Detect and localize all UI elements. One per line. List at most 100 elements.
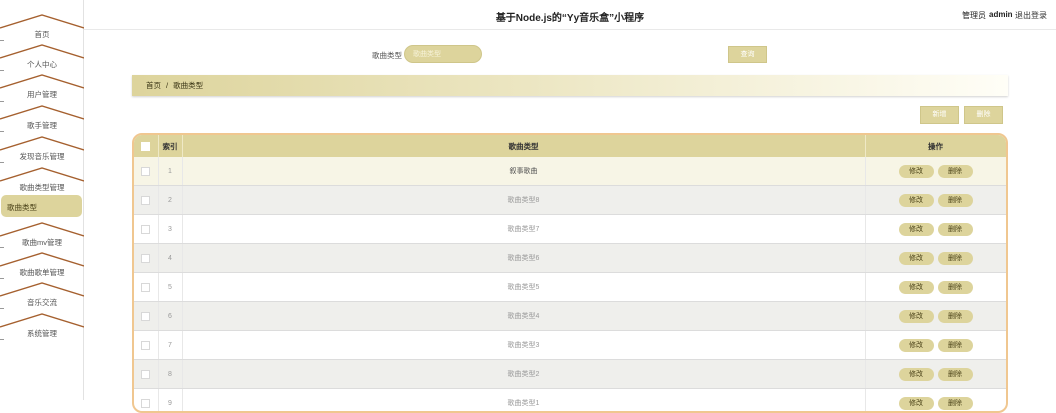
- breadcrumb-home[interactable]: 首页: [146, 81, 161, 90]
- row-song-type: 歌曲类型7: [182, 215, 865, 244]
- row-checkbox[interactable]: [141, 341, 150, 350]
- delete-button[interactable]: 删除: [938, 194, 973, 207]
- row-song-type: 歌曲类型1: [182, 389, 865, 413]
- breadcrumb-current: 歌曲类型: [173, 81, 203, 90]
- row-checkbox[interactable]: [141, 225, 150, 234]
- app-title: 基于Node.js的“Yy音乐盒”小程序: [84, 9, 1056, 24]
- sidebar-item-discover-music[interactable]: 发现音乐管理: [0, 136, 84, 166]
- row-actions: 修改删除: [865, 157, 1006, 186]
- breadcrumb: 首页 / 歌曲类型: [132, 75, 1008, 96]
- row-select-cell: [134, 360, 158, 389]
- breadcrumb-separator: /: [166, 81, 168, 90]
- edit-button[interactable]: 修改: [899, 310, 934, 323]
- row-song-type: 歌曲类型8: [182, 186, 865, 215]
- row-index: 6: [158, 302, 182, 331]
- table-row: 8 歌曲类型2 修改删除: [134, 360, 1006, 389]
- row-actions: 修改删除: [865, 389, 1006, 413]
- sidebar-item-label: 用户管理: [0, 89, 84, 100]
- row-actions: 修改删除: [865, 331, 1006, 360]
- edit-button[interactable]: 修改: [899, 223, 934, 236]
- edit-button[interactable]: 修改: [899, 397, 934, 410]
- row-select-cell: [134, 302, 158, 331]
- delete-button[interactable]: 删除: [938, 339, 973, 352]
- edit-button[interactable]: 修改: [899, 339, 934, 352]
- divider: [0, 308, 4, 309]
- table-row: 7 歌曲类型3 修改删除: [134, 331, 1006, 360]
- row-index: 3: [158, 215, 182, 244]
- row-checkbox[interactable]: [141, 370, 150, 379]
- row-song-type: 歌曲类型6: [182, 244, 865, 273]
- table-row: 6 歌曲类型4 修改删除: [134, 302, 1006, 331]
- row-index: 5: [158, 273, 182, 302]
- sidebar-item-singer-management[interactable]: 歌手管理: [0, 105, 84, 135]
- row-index: 1: [158, 157, 182, 186]
- row-actions: 修改删除: [865, 302, 1006, 331]
- song-type-table: 索引 歌曲类型 操作 1 叙事歌曲 修改删除 2 歌曲类型8 修改删除 3 歌曲…: [132, 133, 1008, 413]
- batch-delete-button[interactable]: 删除: [964, 106, 1003, 124]
- row-actions: 修改删除: [865, 244, 1006, 273]
- delete-button[interactable]: 删除: [938, 165, 973, 178]
- sidebar-item-label: 个人中心: [0, 59, 84, 70]
- row-checkbox[interactable]: [141, 283, 150, 292]
- select-all-checkbox[interactable]: [141, 142, 150, 151]
- row-select-cell: [134, 215, 158, 244]
- sidebar-item-system-management[interactable]: 系统管理: [0, 313, 84, 343]
- table-header-row: 索引 歌曲类型 操作: [134, 135, 1006, 157]
- edit-button[interactable]: 修改: [899, 194, 934, 207]
- sidebar-item-label: 音乐交流: [0, 297, 84, 308]
- edit-button[interactable]: 修改: [899, 165, 934, 178]
- table-row: 4 歌曲类型6 修改删除: [134, 244, 1006, 273]
- row-song-type: 歌曲类型4: [182, 302, 865, 331]
- column-header-song-type: 歌曲类型: [182, 135, 865, 157]
- delete-button[interactable]: 删除: [938, 397, 973, 410]
- sidebar-item-label: 歌曲歌单管理: [0, 267, 84, 278]
- sidebar-item-song-mv-management[interactable]: 歌曲mv管理: [0, 222, 84, 252]
- table-row: 3 歌曲类型7 修改删除: [134, 215, 1006, 244]
- row-index: 8: [158, 360, 182, 389]
- delete-button[interactable]: 删除: [938, 310, 973, 323]
- divider: [0, 70, 4, 71]
- row-checkbox[interactable]: [141, 254, 150, 263]
- user-name: admin: [989, 10, 1013, 19]
- logout-link[interactable]: 退出登录: [1015, 10, 1047, 21]
- delete-button[interactable]: 删除: [938, 281, 973, 294]
- row-checkbox[interactable]: [141, 167, 150, 176]
- row-checkbox[interactable]: [141, 196, 150, 205]
- sidebar-item-label: 发现音乐管理: [0, 151, 84, 162]
- sidebar-item-label: 歌曲类型管理: [0, 182, 84, 193]
- search-label: 歌曲类型: [372, 50, 402, 61]
- divider: [0, 131, 4, 132]
- row-actions: 修改删除: [865, 215, 1006, 244]
- divider: [0, 278, 4, 279]
- query-button[interactable]: 查询: [728, 46, 767, 63]
- song-type-search-input[interactable]: [404, 45, 482, 63]
- delete-button[interactable]: 删除: [938, 368, 973, 381]
- row-select-cell: [134, 273, 158, 302]
- divider: [0, 339, 4, 340]
- sidebar-item-user-management[interactable]: 用户管理: [0, 74, 84, 104]
- sidebar-item-label: 歌曲类型: [0, 202, 84, 213]
- user-role: 管理员: [962, 10, 986, 21]
- edit-button[interactable]: 修改: [899, 368, 934, 381]
- sidebar-item-playlist-management[interactable]: 歌曲歌单管理: [0, 252, 84, 282]
- sidebar-item-song-type[interactable]: 歌曲类型: [0, 194, 84, 224]
- sidebar-item-home[interactable]: 首页: [0, 14, 84, 44]
- edit-button[interactable]: 修改: [899, 281, 934, 294]
- row-select-cell: [134, 389, 158, 413]
- column-header-index: 索引: [158, 135, 182, 157]
- row-select-cell: [134, 186, 158, 215]
- row-index: 4: [158, 244, 182, 273]
- divider: [0, 162, 4, 163]
- row-actions: 修改删除: [865, 273, 1006, 302]
- sidebar-item-music-exchange[interactable]: 音乐交流: [0, 282, 84, 312]
- row-select-cell: [134, 331, 158, 360]
- delete-button[interactable]: 删除: [938, 223, 973, 236]
- add-button[interactable]: 新增: [920, 106, 959, 124]
- sidebar-item-label: 系统管理: [0, 328, 84, 339]
- sidebar-item-personal-center[interactable]: 个人中心: [0, 44, 84, 74]
- row-song-type: 歌曲类型5: [182, 273, 865, 302]
- edit-button[interactable]: 修改: [899, 252, 934, 265]
- row-checkbox[interactable]: [141, 312, 150, 321]
- sidebar-item-song-type-management[interactable]: 歌曲类型管理: [0, 167, 84, 197]
- delete-button[interactable]: 删除: [938, 252, 973, 265]
